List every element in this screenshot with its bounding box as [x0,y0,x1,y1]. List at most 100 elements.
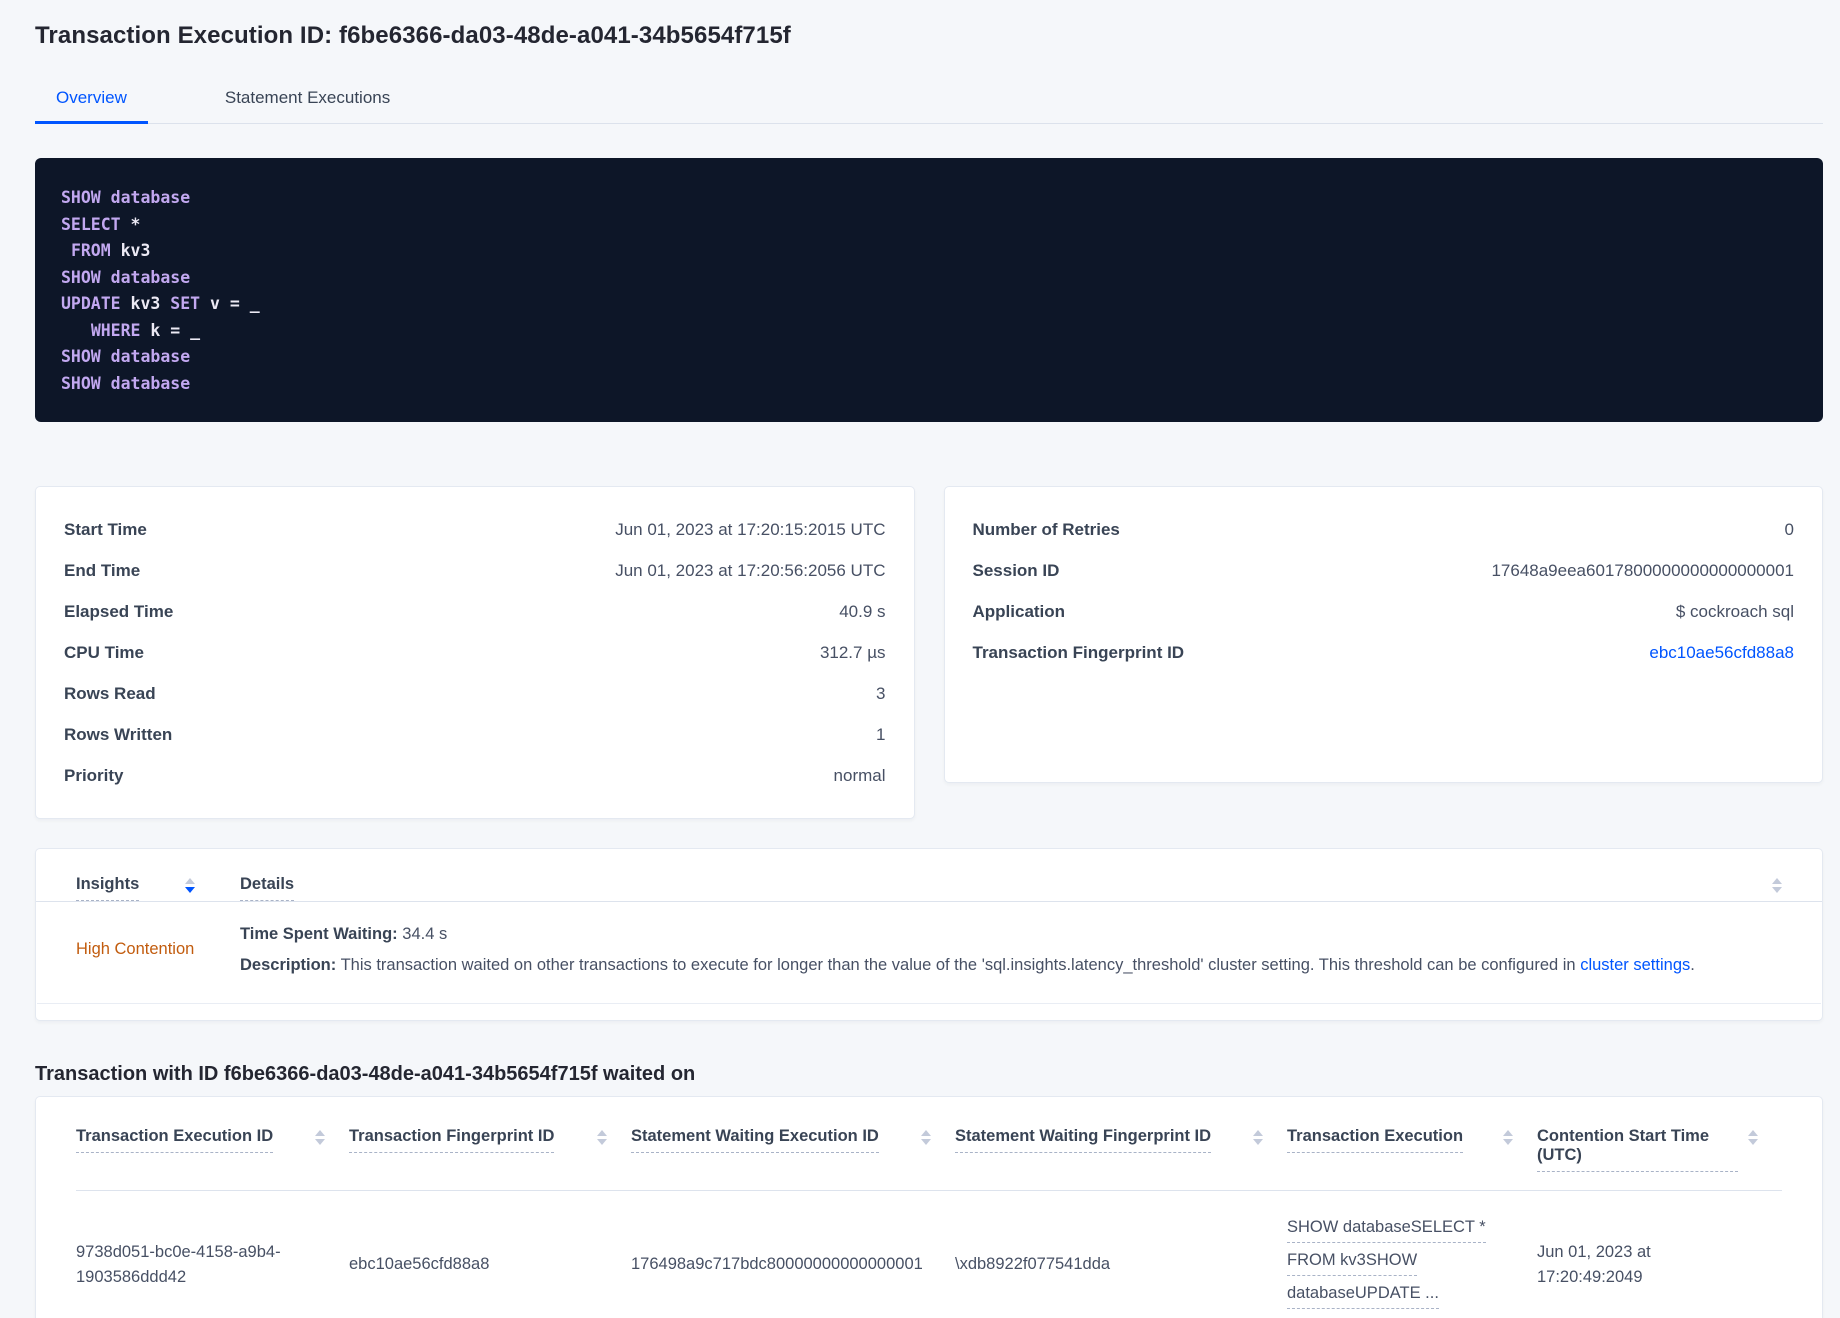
sql-text: * [120,214,141,234]
sql-text: v = _ [200,294,260,313]
row-value: normal [833,765,886,785]
sql-line: WHERE k = _ [61,318,1797,345]
insights-card-footer-divider [37,1003,1821,1020]
cell-statement-waiting-execution-id: 176498a9c717bdc80000000000000001 [631,1255,923,1273]
row-value: $ cockroach sql [1675,601,1794,621]
row-elapsed-time: Elapsed Time 40.9 s [64,591,886,632]
summary-cards-row: Start Time Jun 01, 2023 at 17:20:15:2015… [35,486,1823,819]
sort-icon[interactable] [1772,875,1782,893]
row-number-of-retries: Number of Retries 0 [973,509,1795,550]
row-value: 0 [1784,519,1794,539]
sql-keyword: SHOW database [61,373,191,393]
details-column-label[interactable]: Details [240,875,295,901]
column-header-transaction-execution[interactable]: Transaction Execution [1287,1127,1537,1190]
row-value: Jun 01, 2023 at 17:20:15:2015 UTC [615,519,886,539]
row-transaction-fingerprint-id: Transaction Fingerprint ID ebc10ae56cfd8… [973,632,1795,673]
sort-icon[interactable] [597,1127,607,1145]
sql-text: kv3 [110,241,151,260]
row-start-time: Start Time Jun 01, 2023 at 17:20:15:2015… [64,509,886,550]
cell-transaction-fingerprint-id: ebc10ae56cfd88a8 [349,1255,490,1273]
row-value: 40.9 s [839,601,886,621]
tab-overview[interactable]: Overview [35,80,148,124]
row-end-time: End Time Jun 01, 2023 at 17:20:56:2056 U… [64,550,886,591]
row-label: Elapsed Time [64,601,174,621]
row-label: Rows Written [64,724,173,744]
column-header-contention-start-time[interactable]: Contention Start Time (UTC) [1537,1127,1782,1190]
sort-icon[interactable] [1253,1127,1263,1145]
row-label: Application [972,601,1066,621]
row-label: Number of Retries [972,519,1120,539]
sql-line: SHOW database [61,185,1797,212]
column-header-statement-waiting-execution-id[interactable]: Statement Waiting Execution ID [631,1127,955,1190]
waited-on-heading: Transaction with ID f6be6366-da03-48de-a… [35,1063,696,1085]
sql-keyword: FROM [70,241,111,260]
insights-card: Insights Details High Contention Time Sp… [35,848,1823,1021]
sort-icon[interactable] [1748,1127,1758,1145]
sql-line: SELECT * [61,212,1797,239]
sql-line: SHOW database [61,265,1797,292]
sql-line: UPDATE kv3 SET v = _ [61,291,1797,318]
row-value: Jun 01, 2023 at 17:20:56:2056 UTC [615,560,886,580]
sql-excerpt-link[interactable]: FROM kv3SHOW [1287,1248,1418,1276]
row-label: Start Time [64,519,147,539]
column-header-transaction-execution-id[interactable]: Transaction Execution ID [76,1127,349,1190]
sort-icon[interactable] [315,1127,325,1145]
row-session-id: Session ID 17648a9eea6017800000000000000… [973,550,1795,591]
transaction-execution-page: Transaction Execution ID: f6be6366-da03-… [0,0,1840,1318]
row-value: 17648a9eea6017800000000000000001 [1491,560,1794,580]
column-header-statement-waiting-fingerprint-id[interactable]: Statement Waiting Fingerprint ID [955,1127,1287,1190]
sort-icon[interactable] [185,875,196,893]
row-label: Transaction Fingerprint ID [972,642,1185,662]
waited-on-table-header: Transaction Execution ID Transaction Fin… [76,1097,1782,1191]
cell-transaction-execution-id: 9738d051-bc0e-4158-a9b4-1903586ddd42 [76,1242,281,1286]
sql-keyword: SHOW database [61,267,191,287]
insight-details: Time Spent Waiting: 34.4 s Description: … [240,922,1782,977]
row-label: End Time [64,560,141,580]
insight-row: High Contention Time Spent Waiting: 34.4… [36,902,1822,1003]
insights-column-header[interactable]: Insights [76,875,240,901]
sort-icon[interactable] [1503,1127,1513,1145]
row-priority: Priority normal [64,755,886,796]
sort-icon[interactable] [921,1127,931,1145]
row-application: Application $ cockroach sql [973,591,1795,632]
insight-description: Description: This transaction waited on … [240,956,1695,974]
row-label: Session ID [972,560,1060,580]
row-rows-written: Rows Written 1 [64,714,886,755]
row-label: Priority [64,765,124,785]
sql-excerpt-link[interactable]: SHOW databaseSELECT * [1287,1215,1486,1243]
row-label: Rows Read [64,683,156,703]
insight-type-label: High Contention [76,940,195,958]
row-value: 3 [876,683,886,703]
row-cpu-time: CPU Time 312.7 µs [64,632,886,673]
cluster-settings-link[interactable]: cluster settings [1580,956,1690,974]
transaction-fingerprint-link[interactable]: ebc10ae56cfd88a8 [1649,643,1794,663]
column-header-transaction-fingerprint-id[interactable]: Transaction Fingerprint ID [349,1127,631,1190]
sql-line: SHOW database [61,371,1797,398]
sql-text: k = _ [140,320,201,340]
sql-keyword: SET [170,294,201,313]
time-spent-waiting: Time Spent Waiting: 34.4 s [240,925,448,943]
sql-keyword: SHOW database [61,347,191,366]
sql-keyword: UPDATE [61,294,121,313]
insights-column-label[interactable]: Insights [76,875,140,901]
sql-keyword: WHERE [90,320,141,340]
sql-line: FROM kv3 [61,238,1797,265]
row-rows-read: Rows Read 3 [64,673,886,714]
tab-statement-executions[interactable]: Statement Executions [204,80,411,124]
cell-statement-waiting-fingerprint-id: \xdb8922f077541dda [955,1255,1111,1273]
details-column-header[interactable]: Details [240,875,1782,901]
insights-table-header: Insights Details [36,849,1822,902]
cell-contention-start-time: Jun 01, 2023 at 17:20:49:2049 [1537,1242,1651,1286]
tab-bar: Overview Statement Executions [35,80,1823,124]
execution-details-card: Start Time Jun 01, 2023 at 17:20:15:2015… [35,486,915,819]
waited-on-table-card: Transaction Execution ID Transaction Fin… [35,1096,1823,1318]
cell-transaction-execution-excerpt: SHOW databaseSELECT * FROM kv3SHOW datab… [1287,1215,1537,1314]
sql-line: SHOW database [61,344,1797,371]
page-title: Transaction Execution ID: f6be6366-da03-… [35,22,791,49]
sql-excerpt-link[interactable]: databaseUPDATE ... [1287,1281,1439,1309]
row-label: CPU Time [64,642,144,662]
sql-box: SHOW database SELECT * FROM kv3 SHOW datab… [35,158,1823,422]
row-value: 312.7 µs [819,642,886,662]
